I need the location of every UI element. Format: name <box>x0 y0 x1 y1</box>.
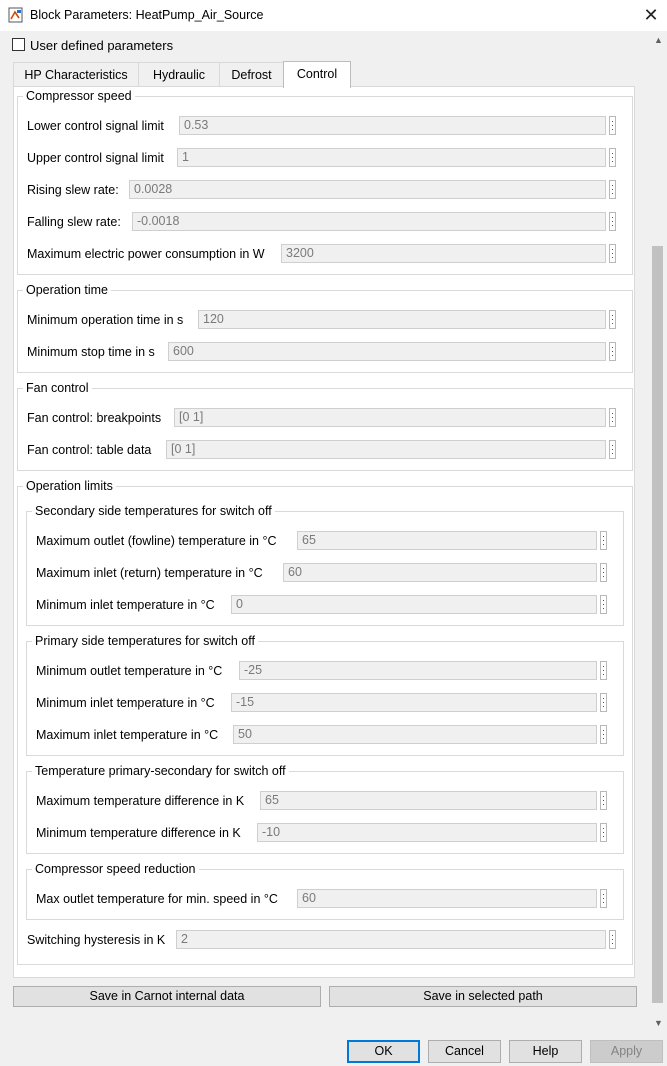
more-options-icon[interactable] <box>609 408 616 427</box>
help-button[interactable]: Help <box>509 1040 582 1063</box>
fan-table-data-field[interactable]: [0 1] <box>166 440 606 459</box>
min-temp-difference-field[interactable]: -10 <box>257 823 597 842</box>
dialog-window: { "window": { "title": "Block Parameters… <box>0 0 667 1066</box>
more-options-icon[interactable] <box>600 725 607 744</box>
fan-control-title: Fan control <box>23 381 92 395</box>
min-outlet-temp-field[interactable]: -25 <box>239 661 597 680</box>
lower-control-signal-field[interactable]: 0.53 <box>179 116 606 135</box>
operation-time-title: Operation time <box>23 283 111 297</box>
more-options-icon[interactable] <box>600 693 607 712</box>
scroll-down-icon[interactable]: ▼ <box>650 1016 667 1030</box>
secondary-side-title: Secondary side temperatures for switch o… <box>32 504 275 518</box>
max-power-consumption-label: Maximum electric power consumption in W <box>27 247 265 261</box>
compressor-speed-reduction-title: Compressor speed reduction <box>32 862 199 876</box>
min-inlet-temp-primary-field[interactable]: -15 <box>231 693 597 712</box>
more-options-icon[interactable] <box>609 180 616 199</box>
more-options-icon[interactable] <box>600 791 607 810</box>
more-options-icon[interactable] <box>600 531 607 550</box>
max-inlet-temp-primary-field[interactable]: 50 <box>233 725 597 744</box>
min-stop-time-label: Minimum stop time in s <box>27 345 155 359</box>
primary-side-title: Primary side temperatures for switch off <box>32 634 258 648</box>
max-temp-difference-field[interactable]: 65 <box>260 791 597 810</box>
operation-limits-title: Operation limits <box>23 479 116 493</box>
user-defined-checkbox[interactable] <box>12 38 25 51</box>
more-options-icon[interactable] <box>609 310 616 329</box>
max-temp-difference-label: Maximum temperature difference in K <box>36 794 245 808</box>
more-options-icon[interactable] <box>609 342 616 361</box>
simulink-block-icon <box>8 7 23 23</box>
lower-control-signal-label: Lower control signal limit <box>27 119 164 133</box>
scrollbar-thumb[interactable] <box>652 246 663 1003</box>
upper-control-signal-field[interactable]: 1 <box>177 148 606 167</box>
fan-table-data-label: Fan control: table data <box>27 443 152 457</box>
more-options-icon[interactable] <box>600 595 607 614</box>
cancel-button[interactable]: Cancel <box>428 1040 501 1063</box>
tab-defrost[interactable]: Defrost <box>219 62 284 87</box>
more-options-icon[interactable] <box>600 661 607 680</box>
tab-hp-characteristics[interactable]: HP Characteristics <box>13 62 139 87</box>
switching-hysteresis-label: Switching hysteresis in K <box>27 933 166 947</box>
apply-button[interactable]: Apply <box>590 1040 663 1063</box>
min-temp-difference-label: Minimum temperature difference in K <box>36 826 241 840</box>
upper-control-signal-label: Upper control signal limit <box>27 151 164 165</box>
switching-hysteresis-field[interactable]: 2 <box>176 930 606 949</box>
close-icon[interactable]: ✕ <box>641 4 661 26</box>
save-selected-path-button[interactable]: Save in selected path <box>329 986 637 1007</box>
title-bar: Block Parameters: HeatPump_Air_Source ✕ <box>0 0 667 31</box>
more-options-icon[interactable] <box>600 823 607 842</box>
fan-breakpoints-field[interactable]: [0 1] <box>174 408 606 427</box>
more-options-icon[interactable] <box>609 244 616 263</box>
more-options-icon[interactable] <box>609 440 616 459</box>
ok-button[interactable]: OK <box>347 1040 420 1063</box>
falling-slew-rate-label: Falling slew rate: <box>27 215 121 229</box>
min-inlet-temp-secondary-label: Minimum inlet temperature in °C <box>36 598 215 612</box>
max-outlet-temp-field[interactable]: 65 <box>297 531 597 550</box>
max-outlet-temp-label: Maximum outlet (fowline) temperature in … <box>36 534 277 548</box>
falling-slew-rate-field[interactable]: -0.0018 <box>132 212 606 231</box>
min-inlet-temp-primary-label: Minimum inlet temperature in °C <box>36 696 215 710</box>
save-carnot-internal-button[interactable]: Save in Carnot internal data <box>13 986 321 1007</box>
max-power-consumption-field[interactable]: 3200 <box>281 244 606 263</box>
more-options-icon[interactable] <box>609 116 616 135</box>
rising-slew-rate-field[interactable]: 0.0028 <box>129 180 606 199</box>
min-operation-time-label: Minimum operation time in s <box>27 313 184 327</box>
window-title: Block Parameters: HeatPump_Air_Source <box>30 8 264 22</box>
rising-slew-rate-label: Rising slew rate: <box>27 183 119 197</box>
more-options-icon[interactable] <box>600 889 607 908</box>
fan-breakpoints-label: Fan control: breakpoints <box>27 411 162 425</box>
max-outlet-temp-min-speed-label: Max outlet temperature for min. speed in… <box>36 892 278 906</box>
max-inlet-temp-primary-label: Maximum inlet temperature in °C <box>36 728 219 742</box>
tab-hydraulic[interactable]: Hydraulic <box>138 62 220 87</box>
compressor-speed-title: Compressor speed <box>23 89 135 103</box>
user-defined-label: User defined parameters <box>30 38 174 53</box>
min-outlet-temp-label: Minimum outlet temperature in °C <box>36 664 223 678</box>
more-options-icon[interactable] <box>609 148 616 167</box>
more-options-icon[interactable] <box>600 563 607 582</box>
max-inlet-temp-label: Maximum inlet (return) temperature in °C <box>36 566 263 580</box>
temp-primary-secondary-title: Temperature primary-secondary for switch… <box>32 764 289 778</box>
scroll-up-icon[interactable]: ▲ <box>650 33 667 47</box>
max-inlet-temp-field[interactable]: 60 <box>283 563 597 582</box>
more-options-icon[interactable] <box>609 930 616 949</box>
max-outlet-temp-min-speed-field[interactable]: 60 <box>297 889 597 908</box>
min-stop-time-field[interactable]: 600 <box>168 342 606 361</box>
more-options-icon[interactable] <box>609 212 616 231</box>
min-inlet-temp-secondary-field[interactable]: 0 <box>231 595 597 614</box>
tab-control[interactable]: Control <box>283 61 351 88</box>
min-operation-time-field[interactable]: 120 <box>198 310 606 329</box>
